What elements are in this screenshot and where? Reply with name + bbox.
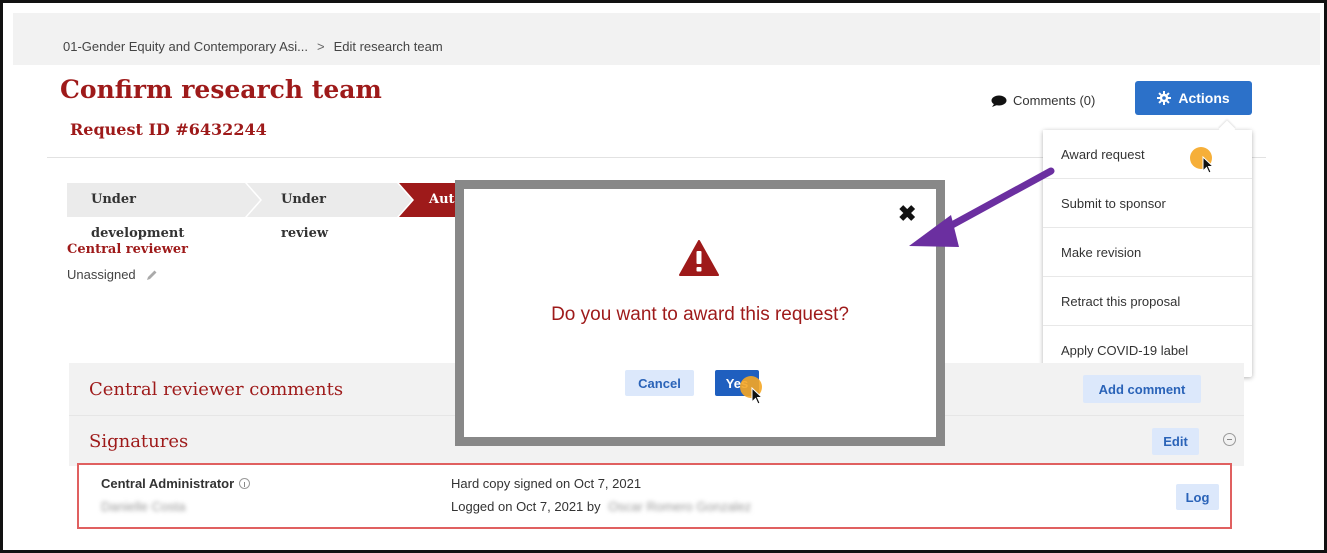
app-window: 01-Gender Equity and Contemporary Asi...… <box>0 0 1327 553</box>
step-under-development: Under development <box>91 192 185 241</box>
mouse-cursor-yes-icon <box>751 387 764 405</box>
gear-icon <box>1157 91 1172 105</box>
comments-link[interactable]: Comments (0) <box>991 93 1095 108</box>
actions-button[interactable]: Actions <box>1135 81 1252 115</box>
logged-by-name: Oscar Romero Gonzalez <box>608 499 752 514</box>
page-title: Confirm research team <box>60 75 382 104</box>
menu-item-make-revision[interactable]: Make revision <box>1043 228 1252 277</box>
central-reviewer-value: Unassigned <box>67 267 136 282</box>
warning-icon <box>679 240 719 276</box>
comment-bubble-icon <box>991 95 1007 107</box>
actions-label: Actions <box>1178 90 1230 106</box>
dialog-question: Do you want to award this request? <box>551 304 849 325</box>
signature-role-label: Central Administrator <box>101 476 235 491</box>
logged-text: Logged on Oct 7, 2021 by <box>451 499 601 514</box>
signed-text: Hard copy signed on Oct 7, 2021 <box>451 476 642 491</box>
log-button[interactable]: Log <box>1176 484 1219 510</box>
collapse-icon[interactable] <box>1223 433 1236 446</box>
award-confirmation-dialog: ✖ Do you want to award this request? Can… <box>455 180 945 446</box>
logged-text-row: Logged on Oct 7, 2021 by Oscar Romero Go… <box>451 499 751 514</box>
menu-item-award-request[interactable]: Award request <box>1043 130 1252 179</box>
request-id: Request ID #6432244 <box>70 120 267 139</box>
mouse-cursor-icon <box>1202 156 1215 174</box>
breadcrumb-parent-link[interactable]: 01-Gender Equity and Contemporary Asi... <box>63 39 308 54</box>
central-reviewer-label: Central reviewer <box>67 242 189 257</box>
signer-name: Danielle Costa <box>101 499 186 514</box>
cancel-button[interactable]: Cancel <box>625 370 694 396</box>
breadcrumb-text: 01-Gender Equity and Contemporary Asi...… <box>63 39 443 54</box>
comments-label: Comments (0) <box>1013 93 1096 108</box>
menu-item-submit-to-sponsor[interactable]: Submit to sponsor <box>1043 179 1252 228</box>
signatures-title: Signatures <box>89 431 189 452</box>
breadcrumb-separator: > <box>316 39 325 54</box>
menu-item-retract-proposal[interactable]: Retract this proposal <box>1043 277 1252 326</box>
central-reviewer-comments-title: Central reviewer comments <box>89 379 344 400</box>
signature-role: Central Administrator <box>101 476 251 491</box>
breadcrumb: 01-Gender Equity and Contemporary Asi...… <box>13 13 1320 65</box>
info-icon[interactable] <box>239 478 251 489</box>
step-current: Aut <box>429 192 455 207</box>
actions-dropdown-menu: Award request Submit to sponsor Make rev… <box>1043 120 1252 377</box>
close-icon[interactable]: ✖ <box>898 203 916 225</box>
edit-signatures-button[interactable]: Edit <box>1152 428 1199 455</box>
pencil-icon[interactable] <box>146 269 158 281</box>
step-under-review: Under review <box>281 192 329 241</box>
signature-row: Central Administrator Danielle Costa Har… <box>77 463 1232 529</box>
add-comment-button[interactable]: Add comment <box>1083 375 1201 403</box>
central-reviewer-value-row: Unassigned <box>67 267 158 282</box>
breadcrumb-current: Edit research team <box>333 39 443 54</box>
